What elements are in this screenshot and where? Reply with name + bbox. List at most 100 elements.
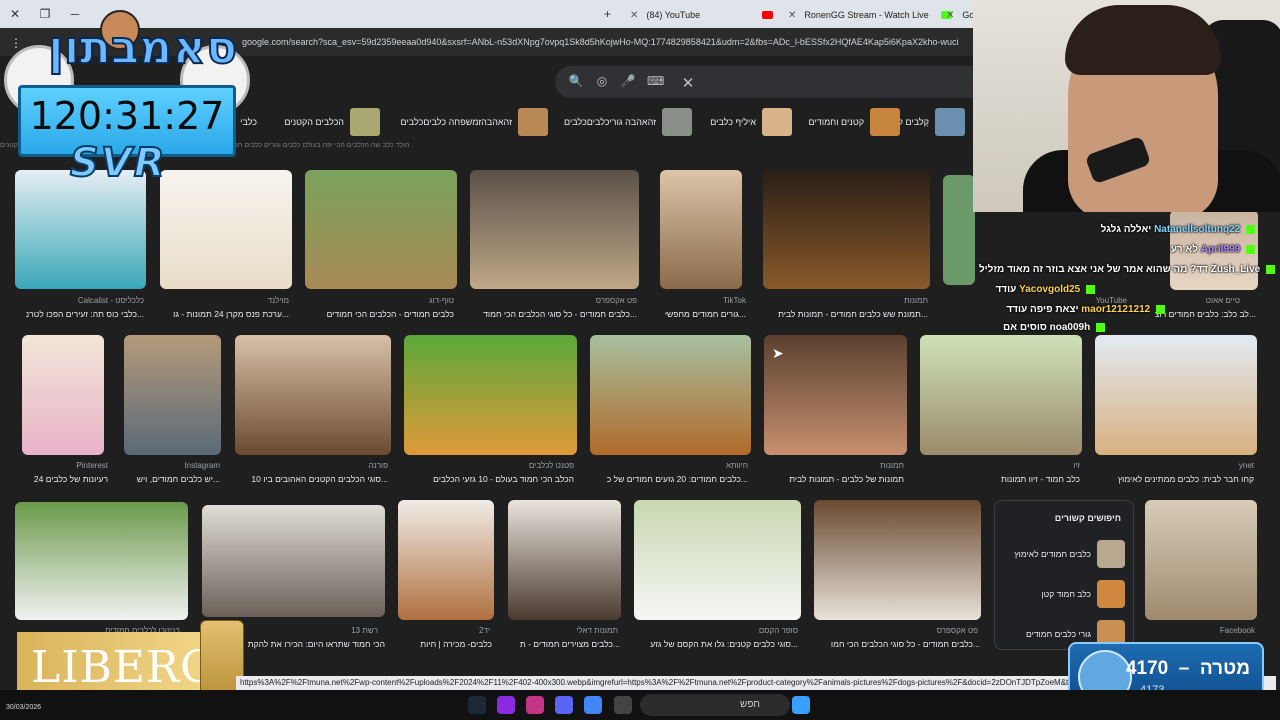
- steam-icon[interactable]: [468, 696, 486, 714]
- result-title[interactable]: יש כלבים חמודים, ויש...: [120, 474, 220, 484]
- clear-icon[interactable]: ✕: [680, 74, 696, 92]
- result-image[interactable]: [160, 170, 292, 289]
- result-title[interactable]: כלבים חמודים - כל סוגי הכלבים הכי חמוד..…: [467, 309, 637, 319]
- lens-icon[interactable]: ◎: [594, 74, 610, 90]
- result-image[interactable]: [508, 500, 621, 620]
- result-source[interactable]: פט אקספרס: [596, 296, 637, 305]
- result-source[interactable]: חיוותא: [726, 461, 748, 470]
- result-source[interactable]: פורנה: [369, 461, 388, 470]
- result-title[interactable]: כלב חמוד - זיוו תמונות: [920, 474, 1080, 484]
- result-image[interactable]: [398, 500, 494, 620]
- result-image[interactable]: [764, 335, 907, 455]
- chat-text: יצאת פיפה עודד: [1006, 304, 1079, 315]
- result-image[interactable]: [22, 335, 104, 455]
- result-image[interactable]: [920, 335, 1082, 455]
- result-title[interactable]: כלבים חמודים - הכלבים הכי חמודים: [299, 309, 454, 319]
- result-title[interactable]: קחו חבר לבית: כלבים ממתינים לאימוץ: [1094, 474, 1254, 484]
- result-source[interactable]: מוילנד: [268, 296, 289, 305]
- chrome-icon[interactable]: [584, 696, 602, 714]
- goal-current: 4170: [1125, 658, 1169, 679]
- result-title[interactable]: הכלב הכי חמוד בעולם - 10 גזעי הכלבים: [399, 474, 574, 484]
- result-title[interactable]: סוגי כלבים קטנים: גלו את הקסם של גזע...: [628, 639, 798, 649]
- keyboard-icon[interactable]: ⌨: [647, 74, 664, 90]
- result-image[interactable]: [1095, 335, 1257, 455]
- url-text[interactable]: google.com/search?sca_esv=59d2359eeaa0d9…: [242, 37, 972, 47]
- result-image[interactable]: [15, 170, 146, 289]
- chat-message: יאללה גלגל Natanellsoltunq22: [1101, 224, 1255, 235]
- result-title[interactable]: הכי חמוד שתראו היום: הכירו את להקת: [220, 639, 385, 649]
- result-source[interactable]: תמונות: [904, 296, 928, 305]
- result-source[interactable]: Pinterest: [76, 461, 108, 470]
- new-tab-icon[interactable]: +: [604, 7, 611, 21]
- file-explorer-icon[interactable]: [614, 696, 632, 714]
- result-title[interactable]: כלבים חמודים: 20 גזעים חמודים של כ...: [586, 474, 748, 484]
- close-icon[interactable]: ✕: [946, 10, 954, 21]
- result-source[interactable]: Instagram: [184, 461, 220, 470]
- result-image[interactable]: [1145, 500, 1257, 620]
- result-source[interactable]: Calcalist - כלכליסט: [78, 296, 144, 305]
- result-title[interactable]: כלבים חמודים - כל סוגי הכלבים הכי חמו...: [810, 639, 980, 649]
- result-source[interactable]: טוף-דוג: [429, 296, 454, 305]
- taskbar-search[interactable]: חפש: [640, 694, 790, 716]
- result-image[interactable]: [305, 170, 457, 289]
- result-image[interactable]: [202, 505, 385, 617]
- result-title[interactable]: כלבי כוס תה: זעירים הפכו לטרנ...: [9, 309, 144, 319]
- chat-user: noa009h: [1049, 322, 1091, 333]
- chat-message: לא רע April999: [1171, 244, 1255, 255]
- result-image[interactable]: [660, 170, 742, 289]
- close-icon[interactable]: ✕: [788, 10, 796, 21]
- result-title[interactable]: כלבים- מכירה | חיות: [402, 639, 492, 649]
- result-image[interactable]: [634, 500, 801, 620]
- result-title[interactable]: 10 סוגי הכלבים הקטנים האהובים ביו...: [228, 474, 388, 484]
- search-icon[interactable]: 🔍: [568, 74, 584, 90]
- result-source[interactable]: TikTok: [723, 296, 746, 305]
- chip-thumbnail: [662, 108, 692, 136]
- chip[interactable]: איליף כלבים: [710, 106, 792, 138]
- chip[interactable]: כלבים‎זהאהבה גוריכלבים: [564, 106, 692, 138]
- result-source[interactable]: ynet: [1239, 461, 1254, 470]
- mic-icon[interactable]: 🎤: [620, 74, 636, 90]
- result-source[interactable]: תמונות דאלי: [576, 626, 618, 635]
- chat-message: סוסים אם noa009h: [1003, 322, 1105, 333]
- result-title[interactable]: כלבים מצוירים חמודים - ת...: [500, 639, 620, 649]
- chip[interactable]: קטנים וחמודים: [809, 106, 900, 138]
- chip-thumbnail: [350, 108, 380, 136]
- result-source[interactable]: רשת 13: [351, 626, 378, 635]
- result-source[interactable]: תמונות: [880, 461, 904, 470]
- instagram-icon[interactable]: [526, 696, 544, 714]
- result-image[interactable]: [590, 335, 751, 455]
- windows-start-icon[interactable]: [792, 696, 810, 714]
- result-title[interactable]: 24 רעיונות של כלבים: [23, 474, 108, 484]
- result-image[interactable]: [470, 170, 639, 289]
- result-image[interactable]: [943, 175, 975, 285]
- result-title[interactable]: תמונות של כלבים - תמונות לבית: [759, 474, 904, 484]
- chip[interactable]: כלבים‎זמשפחה כלבים‎זהאהבה: [401, 106, 548, 138]
- related-searches-panel: חיפושים קשורים כלבים חמודים לאימוץ כלב ח…: [994, 500, 1134, 650]
- result-source[interactable]: זיו: [1073, 461, 1080, 470]
- result-title[interactable]: גורים חמודים מחפשי...: [656, 309, 746, 319]
- chip[interactable]: הכלבים הקטנים: [284, 106, 380, 138]
- result-source[interactable]: יד2: [479, 626, 490, 635]
- tab-kick-stream[interactable]: ✕ RonenGG Stream - Watch Live: [788, 4, 958, 26]
- result-source[interactable]: סופר הקסם: [759, 626, 798, 635]
- result-image[interactable]: [763, 170, 930, 289]
- result-source[interactable]: Facebook: [1220, 626, 1255, 635]
- tab-youtube[interactable]: ✕ (84) YouTube: [630, 4, 779, 26]
- related-search-item[interactable]: כלבים חמודים לאימוץ: [1001, 539, 1125, 569]
- result-source[interactable]: פטנט לכלבים: [529, 461, 574, 470]
- related-search-item[interactable]: כלב חמוד קטן: [1001, 579, 1125, 609]
- close-icon[interactable]: ✕: [630, 10, 638, 21]
- app-icon[interactable]: [497, 696, 515, 714]
- result-title[interactable]: ערכת פנס מקרן 24 תמונות - גו...: [154, 309, 289, 319]
- result-image[interactable]: [124, 335, 221, 455]
- chip-thumbnail: [762, 108, 792, 136]
- result-image[interactable]: [814, 500, 981, 620]
- search-input[interactable]: [555, 66, 975, 98]
- result-source[interactable]: פט אקספרס: [937, 626, 978, 635]
- discord-icon[interactable]: [555, 696, 573, 714]
- result-title[interactable]: תמונת שש כלבים חמודים - תמונות לבית...: [760, 309, 928, 319]
- result-image[interactable]: [235, 335, 391, 455]
- result-image[interactable]: [404, 335, 577, 455]
- result-image[interactable]: [15, 502, 188, 620]
- tab-google[interactable]: ✕ Go: [946, 4, 974, 26]
